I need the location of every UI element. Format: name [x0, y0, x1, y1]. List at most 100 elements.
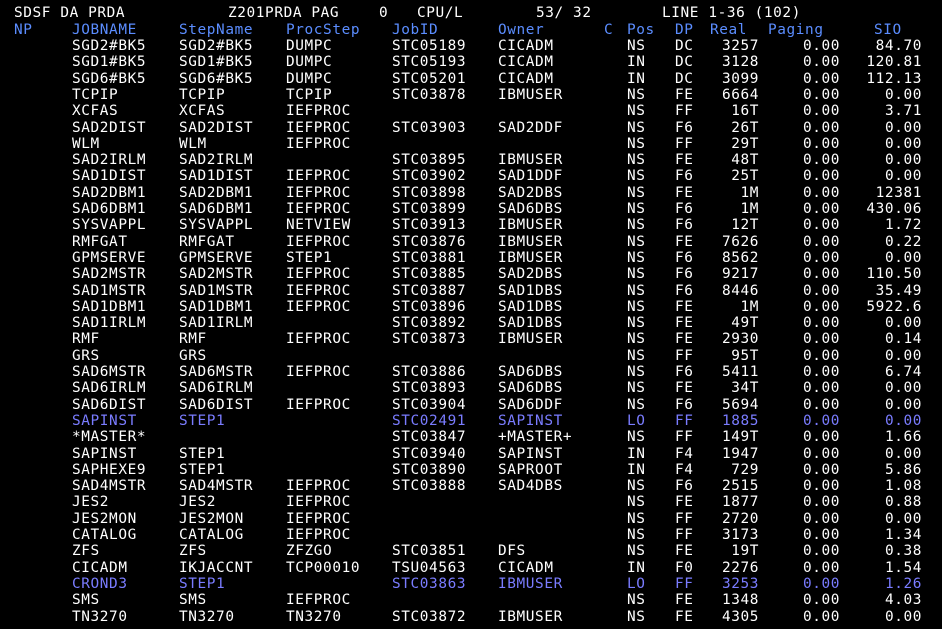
- table-row[interactable]: RMF RMF IEFPROC STC03873 IBMUSER NS FE 2930 0.00…: [0, 331, 942, 347]
- col-pos-header[interactable]: Pos: [627, 22, 655, 38]
- col-c-header[interactable]: C: [604, 22, 613, 38]
- table-row[interactable]: SGD2#BK5 SGD2#BK5 DUMPC STC05189 CICADM NS DC 3…: [0, 38, 942, 54]
- col-procstep-header[interactable]: ProcStep: [286, 22, 360, 38]
- table-row[interactable]: GPMSERVE GPMSERVE STEP1 STC03881 IBMUSER NS F6…: [0, 250, 942, 266]
- row-procstep: IEFPROC: [286, 135, 351, 152]
- row-pos: NS: [627, 184, 646, 201]
- table-row[interactable]: SAD6DBM1 SAD6DBM1 IEFPROC STC03899 SAD6DBS NS…: [0, 201, 942, 217]
- col-jobid-header[interactable]: JobID: [392, 22, 438, 38]
- row-stepname: SGD2#BK5: [179, 38, 254, 54]
- table-row[interactable]: SAD2DBM1 SAD2DBM1 IEFPROC STC03898 SAD2DBS NS…: [0, 185, 942, 201]
- table-row[interactable]: SGD6#BK5 SGD6#BK5 DUMPC STC05201 CICADM IN DC 3…: [0, 71, 942, 87]
- row-stepname: STEP1: [179, 461, 226, 478]
- row-jobname: SAPHEXE9: [72, 461, 147, 478]
- table-row[interactable]: SMS SMS IEFPROC NS FE 1348 0.00 4.03: [0, 592, 942, 608]
- table-row[interactable]: CROND3 STEP1 STC03863 IBMUSER LO FF 3253 0.00 1.…: [0, 576, 942, 592]
- row-stepname: SAD2DBM1: [179, 184, 254, 201]
- row-sio: 0.00: [884, 396, 922, 413]
- table-row[interactable]: SAD6DIST SAD6DIST IEFPROC STC03904 SAD6DDF NS…: [0, 397, 942, 413]
- row-procstep: NETVIEW: [286, 217, 351, 234]
- table-row[interactable]: SAD4MSTR SAD4MSTR IEFPROC STC03888 SAD4DBS NS…: [0, 478, 942, 494]
- row-stepname: JES2: [179, 494, 217, 511]
- table-row[interactable]: SYSVAPPL SYSVAPPL NETVIEW STC03913 IBMUSER NS…: [0, 217, 942, 233]
- row-jobid: STC03886: [392, 364, 467, 380]
- row-stepname: SGD1#BK5: [179, 54, 254, 71]
- table-row[interactable]: SAPINST STEP1 STC02491 SAPINST LO FF 1885 0.00 0…: [0, 413, 942, 429]
- col-stepname-header[interactable]: StepName: [179, 22, 253, 38]
- row-paging: 0.00: [802, 233, 840, 250]
- table-row[interactable]: RMFGAT RMFGAT IEFPROC STC03876 IBMUSER NS FE 76…: [0, 234, 942, 250]
- table-row[interactable]: SAD2DIST SAD2DIST IEFPROC STC03903 SAD2DDF NS…: [0, 120, 942, 136]
- row-jobid: STC03902: [392, 168, 467, 185]
- table-row[interactable]: SAD1DIST SAD1DIST IEFPROC STC03902 SAD1DDF NS…: [0, 168, 942, 184]
- table-row[interactable]: SAD1IRLM SAD1IRLM STC03892 SAD1DBS NS FE 49T 0.…: [0, 315, 942, 331]
- col-dp-header[interactable]: DP: [675, 22, 694, 38]
- table-row[interactable]: SAD2IRLM SAD2IRLM STC03895 IBMUSER NS FE 48T 0.…: [0, 152, 942, 168]
- col-paging-header[interactable]: Paging: [768, 22, 824, 38]
- row-pos: NS: [627, 135, 646, 152]
- row-stepname: RMF: [179, 331, 207, 348]
- col-owner-header[interactable]: Owner: [498, 22, 544, 38]
- row-pos: IN: [627, 461, 646, 478]
- row-procstep: IEFPROC: [286, 494, 351, 511]
- table-row[interactable]: CICADM IKJACCNT TCP00010 TSU04563 CICADM IN F0…: [0, 560, 942, 576]
- table-row[interactable]: SAPHEXE9 STEP1 STC03890 SAPROOT IN F4 729 0.00 5…: [0, 462, 942, 478]
- row-real: 9217: [721, 266, 759, 283]
- row-real: 2276: [721, 559, 759, 576]
- row-pos: IN: [627, 54, 646, 71]
- row-jobname: SAPINST: [72, 445, 137, 462]
- row-jobid: STC03893: [392, 380, 467, 397]
- row-owner: IBMUSER: [498, 86, 563, 103]
- row-jobid: STC03876: [392, 233, 467, 250]
- row-pos: NS: [627, 527, 646, 543]
- table-row[interactable]: SAD1MSTR SAD1MSTR IEFPROC STC03887 SAD1DBS NS…: [0, 283, 942, 299]
- row-paging: 0.00: [802, 347, 840, 364]
- table-row[interactable]: XCFAS XCFAS IEFPROC NS FF 16T 0.00 3.71: [0, 103, 942, 119]
- row-pos: NS: [627, 168, 646, 185]
- row-sio: 0.00: [884, 315, 922, 332]
- row-sio: 0.22: [884, 233, 922, 250]
- col-jobname-header[interactable]: JOBNAME: [72, 22, 137, 38]
- row-dp: FE: [675, 298, 694, 315]
- row-sio: 112.13: [866, 70, 922, 87]
- row-paging: 0.00: [802, 461, 840, 478]
- table-row[interactable]: GRS GRS NS FF 95T 0.00 0.00: [0, 348, 942, 364]
- table-row[interactable]: ZFS ZFS ZFZGO STC03851 DFS NS FE 19T 0.00 0.38: [0, 543, 942, 559]
- table-row[interactable]: SAPINST STEP1 STC03940 SAPINST IN F4 1947 0.00 0…: [0, 446, 942, 462]
- row-dp: FE: [675, 152, 694, 169]
- table-row[interactable]: CATALOG CATALOG IEFPROC NS FF 3173 0.00 1.34: [0, 527, 942, 543]
- row-dp: FE: [675, 608, 694, 625]
- row-jobid: STC03890: [392, 461, 467, 478]
- table-row[interactable]: SAD6MSTR SAD6MSTR IEFPROC STC03886 SAD6DBS NS…: [0, 364, 942, 380]
- table-row[interactable]: JES2 JES2 IEFPROC NS FE 1877 0.00 0.88: [0, 494, 942, 510]
- col-real-header[interactable]: Real: [710, 22, 747, 38]
- col-np-header[interactable]: NP: [14, 22, 33, 38]
- col-sio-header[interactable]: SIO: [874, 22, 902, 38]
- row-stepname: RMFGAT: [179, 233, 235, 250]
- row-real: 26T: [731, 119, 759, 136]
- row-dp: FE: [675, 543, 694, 560]
- row-owner: SAD1DBS: [498, 282, 563, 299]
- row-sio: 1.08: [884, 478, 922, 495]
- table-row[interactable]: *MASTER* STC03847 +MASTER+ NS FF 149T 0.00 1.66: [0, 429, 942, 445]
- row-pos: IN: [627, 559, 646, 576]
- table-row[interactable]: TCPIP TCPIP TCPIP STC03878 IBMUSER NS FE 6664 0.…: [0, 87, 942, 103]
- row-stepname: SAD4MSTR: [179, 478, 254, 495]
- table-row[interactable]: SAD1DBM1 SAD1DBM1 IEFPROC STC03896 SAD1DBS NS…: [0, 299, 942, 315]
- row-paging: 0.00: [802, 429, 840, 446]
- table-row[interactable]: WLM WLM IEFPROC NS FF 29T 0.00 0.00: [0, 136, 942, 152]
- row-dp: FE: [675, 86, 694, 103]
- table-row[interactable]: SGD1#BK5 SGD1#BK5 DUMPC STC05193 CICADM IN DC 3…: [0, 54, 942, 70]
- row-procstep: IEFPROC: [286, 103, 351, 120]
- table-row[interactable]: JES2MON JES2MON IEFPROC NS FF 2720 0.00 0.00: [0, 511, 942, 527]
- row-sio: 0.00: [884, 380, 922, 397]
- table-row[interactable]: TN3270 TN3270 TN3270 STC03872 IBMUSER NS FE 430…: [0, 609, 942, 625]
- row-paging: 0.00: [802, 380, 840, 397]
- row-real: 34T: [731, 380, 759, 397]
- row-jobid: STC03888: [392, 478, 467, 495]
- table-row[interactable]: SAD6IRLM SAD6IRLM STC03893 SAD6DBS NS FE 34T 0.…: [0, 380, 942, 396]
- row-sio: 35.49: [875, 282, 922, 299]
- row-jobname: SAD2DBM1: [72, 184, 147, 201]
- row-jobname: CATALOG: [72, 527, 137, 543]
- table-row[interactable]: SAD2MSTR SAD2MSTR IEFPROC STC03885 SAD2DBS NS…: [0, 266, 942, 282]
